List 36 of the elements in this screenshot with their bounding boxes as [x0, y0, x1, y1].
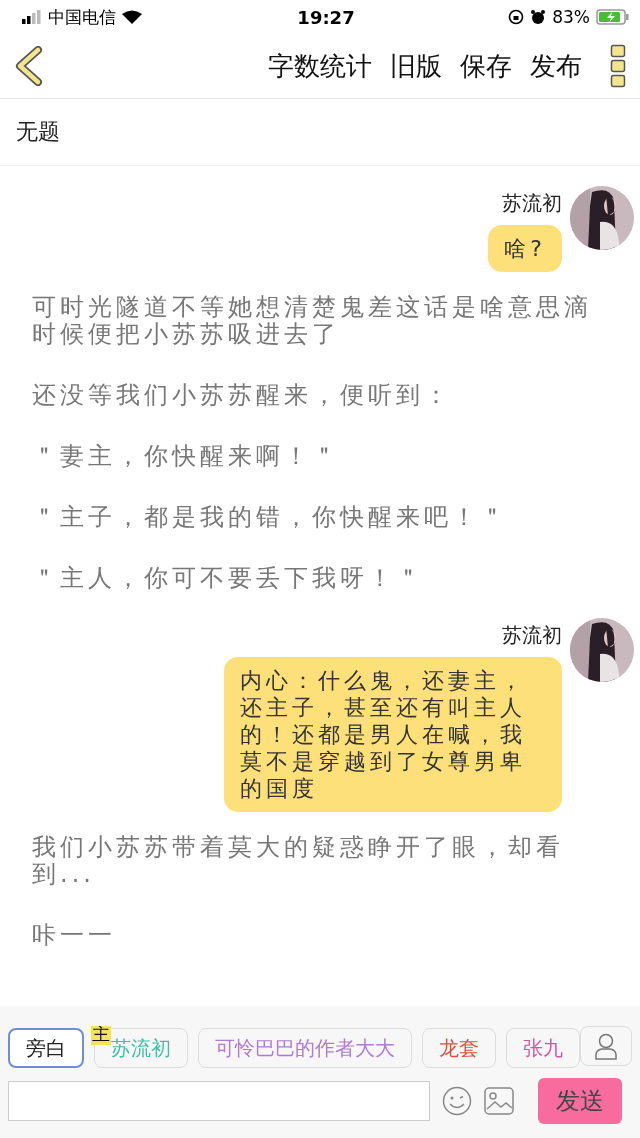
- wifi-icon: [122, 10, 142, 24]
- more-icon[interactable]: [610, 44, 626, 88]
- narration-text[interactable]: ＂主人，你可不要丢下我呀！＂: [0, 565, 640, 592]
- person-icon: [594, 1032, 618, 1060]
- narration-text[interactable]: 我们小苏苏带着莫大的疑惑睁开了眼，却看到...: [0, 834, 640, 888]
- emoji-icon[interactable]: [442, 1086, 472, 1116]
- narration-text[interactable]: ＂主子，都是我的错，你快醒来吧！＂: [0, 504, 640, 531]
- character-chip[interactable]: 旁白: [8, 1028, 84, 1068]
- carrier-name: 中国电信: [48, 5, 116, 29]
- character-chip[interactable]: 龙套: [422, 1028, 496, 1068]
- speaker-name: 苏流初: [502, 190, 562, 217]
- alarm-icon: [530, 9, 547, 25]
- document-title[interactable]: 无题: [16, 117, 60, 147]
- battery-charging-icon: [596, 9, 630, 25]
- character-button[interactable]: [580, 1026, 632, 1066]
- character-chip[interactable]: 张九: [506, 1028, 580, 1068]
- nav-action[interactable]: 字数统计: [268, 48, 372, 84]
- speaker-name: 苏流初: [502, 622, 562, 649]
- back-icon[interactable]: [14, 46, 44, 86]
- narration-text[interactable]: 还没等我们小苏苏醒来，便听到：: [0, 382, 640, 409]
- nav-action[interactable]: 发布: [530, 48, 582, 84]
- rotation-lock-icon: [508, 9, 525, 25]
- battery-percent: 83%: [552, 7, 590, 27]
- narration-text[interactable]: 可时光隧道不等她想清楚鬼差这话是啥意思滴时候便把小苏苏吸进去了: [0, 294, 640, 348]
- speech-bubble[interactable]: 啥?: [488, 225, 562, 272]
- message-field[interactable]: [8, 1081, 430, 1121]
- image-icon[interactable]: [484, 1087, 514, 1115]
- nav-action[interactable]: 保存: [460, 48, 512, 84]
- narration-text[interactable]: ＂妻主，你快醒来啊！＂: [0, 443, 640, 470]
- send-button[interactable]: 发送: [538, 1078, 622, 1124]
- nav-action[interactable]: 旧版: [390, 48, 442, 84]
- character-chip[interactable]: 可怜巴巴的作者大大: [198, 1028, 412, 1068]
- signal-icon: [22, 10, 42, 24]
- narration-text[interactable]: 咔一一: [0, 922, 640, 949]
- clock-time: 19:27: [297, 6, 355, 28]
- speech-bubble[interactable]: 内心：什么鬼，还妻主，还主子，甚至还有叫主人的！还都是男人在喊，我莫不是穿越到了女尊男卑的国度: [224, 657, 562, 812]
